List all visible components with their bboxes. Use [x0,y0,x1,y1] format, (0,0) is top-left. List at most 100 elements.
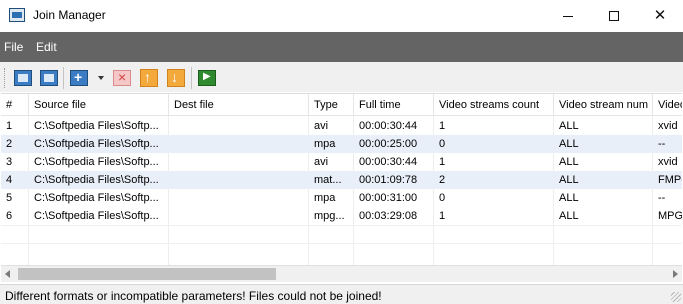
column-header-dest-file[interactable]: Dest file [169,94,309,116]
scroll-left-icon[interactable] [5,270,10,278]
add-icon [70,69,88,86]
cell-dest-file [169,171,309,189]
cell-full-time: 00:01:09:78 [359,174,418,186]
cell-dest-file [169,189,309,207]
cell-video-streams-count: 1 [439,210,446,222]
maximize-button[interactable] [591,0,637,32]
cell-video-streams-count: 1 [439,120,446,132]
cell-full-time: 00:00:31:00 [359,192,418,204]
column-header-video[interactable]: Video [653,94,682,116]
status-bar: Different formats or incompatible parame… [0,284,683,304]
column-header-number[interactable]: # [1,94,29,116]
minimize-button[interactable] [545,0,591,32]
cell-source-file: C:\Softpedia Files\Softp... [34,210,159,222]
cell-number: 3 [6,156,13,168]
join-button[interactable] [196,67,218,89]
cell-number: 5 [6,192,13,204]
toolbar [0,62,683,92]
table-header: # Source file Dest file Type Full time V… [1,94,682,116]
cell-video-stream-num: ALL [559,210,579,222]
open-icon [14,70,32,86]
column-header-video-streams-count[interactable]: Video streams count [434,94,554,116]
cell-video-stream-num: ALL [559,174,579,186]
cell-number: 6 [6,210,13,222]
cell-source-file: C:\Softpedia Files\Softp... [34,120,159,132]
cell-video-streams-count: 1 [439,156,446,168]
cell-video: -- [658,138,666,150]
cell-source-file: C:\Softpedia Files\Softp... [34,138,159,150]
toolbar-grip[interactable] [4,68,7,88]
cell-number: 2 [6,138,13,150]
title-bar: Join Manager ✕ [0,0,683,32]
cell-type: mat... [314,174,342,186]
move-down-button[interactable] [165,67,187,89]
toolbar-separator [63,67,64,89]
cell-video-stream-num: ALL [559,138,579,150]
cell-type: avi [314,156,329,168]
cell-full-time: 00:00:30:44 [359,156,418,168]
cell-dest-file [169,117,309,135]
toolbar-separator [191,67,192,89]
minimize-icon [563,15,573,17]
table-row[interactable]: 6 C:\Softpedia Files\Softp... mpg... 00:… [1,207,682,225]
cell-video-stream-num: ALL [559,120,579,132]
table-row[interactable]: 1 C:\Softpedia Files\Softp... avi 00:00:… [1,117,682,135]
cell-dest-file [169,153,309,171]
resize-grip-icon[interactable] [671,292,681,302]
cell-video: MPG [658,210,682,222]
row-divider [1,225,682,226]
status-message: Different formats or incompatible parame… [5,289,382,303]
table-row[interactable]: 3 C:\Softpedia Files\Softp... avi 00:00:… [1,153,682,171]
cell-type: mpa [314,192,336,204]
move-down-icon [167,69,185,87]
cell-video: FMP- [658,174,682,186]
open-button[interactable] [12,67,34,89]
cell-video-streams-count: 0 [439,192,446,204]
column-header-source-file[interactable]: Source file [29,94,169,116]
move-up-button[interactable] [138,67,160,89]
cell-full-time: 00:00:30:44 [359,120,418,132]
remove-button[interactable] [111,67,133,89]
horizontal-scrollbar[interactable] [1,265,682,282]
scrollbar-thumb[interactable] [18,268,276,280]
maximize-icon [609,11,619,22]
close-button[interactable]: ✕ [637,0,683,32]
cell-video: xvid [658,156,678,168]
chevron-down-icon[interactable] [98,76,104,80]
row-divider [1,243,682,244]
cell-dest-file [169,135,309,153]
menu-bar: File Edit [0,32,683,62]
cell-full-time: 00:00:25:00 [359,138,418,150]
cell-number: 4 [6,174,13,186]
table-row[interactable]: 4 C:\Softpedia Files\Softp... mat... 00:… [1,171,682,189]
menu-file[interactable]: File [4,40,23,54]
cell-source-file: C:\Softpedia Files\Softp... [34,192,159,204]
column-header-video-stream-num[interactable]: Video stream num [554,94,653,116]
column-header-type[interactable]: Type [309,94,354,116]
cell-source-file: C:\Softpedia Files\Softp... [34,156,159,168]
cell-video-stream-num: ALL [559,156,579,168]
cell-video: -- [658,192,666,204]
join-icon [198,70,216,86]
column-header-full-time[interactable]: Full time [354,94,434,116]
table-row[interactable]: 2 C:\Softpedia Files\Softp... mpa 00:00:… [1,135,682,153]
browse-icon [40,70,58,86]
cell-video: xvid [658,120,678,132]
close-icon: ✕ [653,7,667,24]
window-title: Join Manager [33,8,106,22]
cell-number: 1 [6,120,13,132]
move-up-icon [140,69,158,87]
table-row[interactable]: 5 C:\Softpedia Files\Softp... mpa 00:00:… [1,189,682,207]
cell-video-stream-num: ALL [559,192,579,204]
cell-type: mpg... [314,210,345,222]
app-icon [9,8,25,22]
remove-icon [113,69,131,86]
cell-source-file: C:\Softpedia Files\Softp... [34,174,159,186]
cell-type: mpa [314,138,336,150]
menu-edit[interactable]: Edit [36,40,57,54]
browse-button[interactable] [38,67,60,89]
scroll-right-icon[interactable] [673,270,678,278]
cell-video-streams-count: 2 [439,174,446,186]
add-button[interactable] [68,67,90,89]
cell-full-time: 00:03:29:08 [359,210,418,222]
